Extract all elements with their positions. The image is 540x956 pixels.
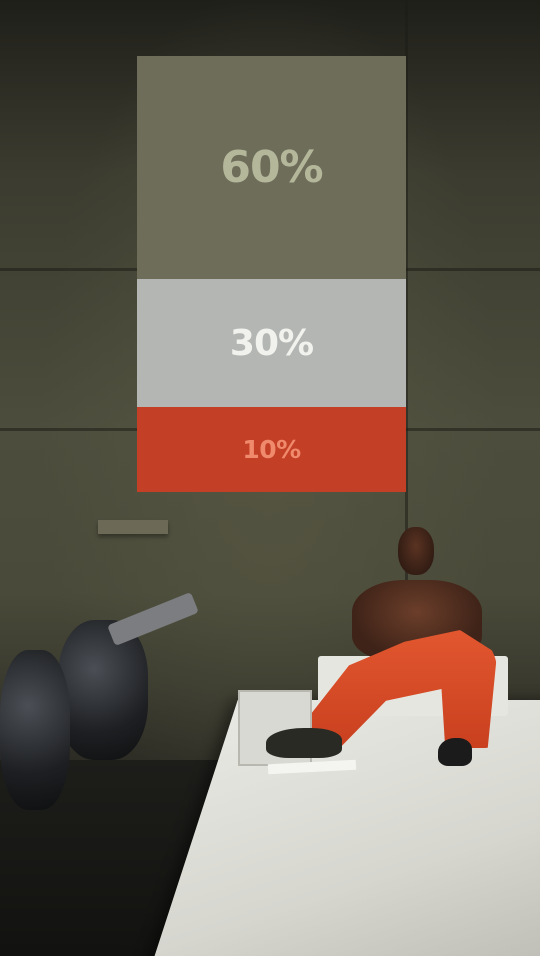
photo-scene: 60% 30% 10% [0,0,540,956]
wall-shelf [98,520,168,534]
segment-30: 30% [137,279,406,407]
sneaker [438,738,472,766]
segment-10-label: 10% [242,435,301,464]
segment-30-label: 30% [229,322,314,364]
sneaker [266,728,342,758]
segment-10: 10% [137,407,406,492]
robot-machine [0,650,70,810]
robot-machine [58,620,148,760]
person-head [398,527,434,575]
segment-60-label: 60% [220,142,323,193]
color-ratio-bars: 60% 30% 10% [137,56,406,492]
segment-60: 60% [137,56,406,279]
